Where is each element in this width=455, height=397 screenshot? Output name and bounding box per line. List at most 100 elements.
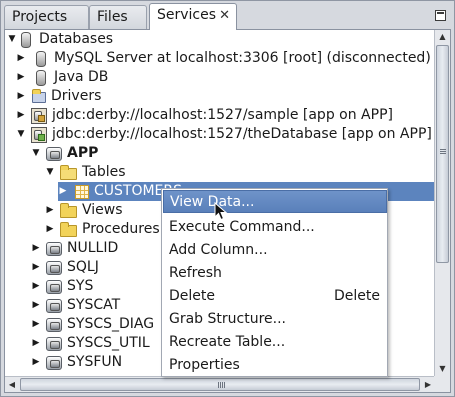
- close-icon[interactable]: ✕: [219, 8, 230, 23]
- connection-sample-label: jdbc:derby://localhost:1527/sample [app …: [52, 107, 393, 123]
- collapse-toggle-icon[interactable]: ▼: [16, 125, 26, 144]
- schema-label: SYSCS_DIAG: [67, 316, 155, 332]
- vertical-scrollbar[interactable]: ▲ ▼: [434, 30, 450, 376]
- table-icon: [75, 185, 89, 199]
- expand-toggle-icon[interactable]: ▶: [31, 315, 41, 334]
- collapse-toggle-icon[interactable]: ▼: [45, 163, 55, 182]
- tree-node-schema[interactable]: ▶ SYSCS_UTIL: [5, 334, 150, 353]
- expand-toggle-icon[interactable]: ▶: [31, 353, 41, 372]
- schema-label: NULLID: [67, 240, 119, 256]
- tab-files-label: Files: [97, 9, 128, 25]
- menu-item-refresh[interactable]: Refresh: [163, 262, 387, 285]
- views-label: Views: [82, 202, 123, 218]
- schema-icon: [46, 261, 62, 275]
- menu-item-view-data[interactable]: View Data...: [163, 190, 387, 213]
- tree-node-javadb[interactable]: ▶ Java DB: [5, 68, 108, 87]
- schema-icon: [46, 299, 62, 313]
- folder-open-icon: [60, 164, 77, 180]
- mysql-label: MySQL Server at localhost:3306 [root] (d…: [54, 50, 431, 66]
- tree-node-schema-app[interactable]: ▼ APP: [5, 144, 98, 163]
- schema-icon: [46, 147, 62, 161]
- schema-app-label: APP: [67, 145, 99, 161]
- menu-item-execute-command[interactable]: Execute Command...: [163, 216, 387, 239]
- vertical-scroll-thumb[interactable]: [436, 45, 449, 263]
- databases-label: Databases: [39, 31, 114, 47]
- schema-icon: [46, 242, 62, 256]
- menu-item-label: Delete: [169, 288, 215, 304]
- schema-label: SYSCAT: [67, 297, 121, 313]
- menu-item-label: Add Column...: [169, 242, 268, 258]
- tree-node-databases[interactable]: ▼ Databases: [5, 30, 113, 49]
- expand-toggle-icon[interactable]: ▶: [16, 106, 26, 125]
- tab-files[interactable]: Files: [89, 5, 147, 29]
- menu-item-label: View Data...: [170, 194, 255, 210]
- horizontal-scroll-thumb[interactable]: [20, 378, 420, 391]
- maximize-window-icon[interactable]: [435, 10, 446, 21]
- tab-projects-label: Projects: [12, 9, 68, 25]
- schema-label: SYSFUN: [67, 354, 123, 370]
- expand-toggle-icon[interactable]: ▶: [16, 49, 26, 68]
- schema-label: SYS: [67, 278, 94, 294]
- schema-icon: [46, 318, 62, 332]
- scroll-right-arrow-icon[interactable]: ▶: [421, 377, 435, 392]
- horizontal-scrollbar[interactable]: ◀ ▶: [5, 376, 435, 392]
- tab-services[interactable]: Services ✕: [149, 3, 237, 30]
- folder-icon: [60, 202, 77, 218]
- tree-node-schema[interactable]: ▶ SYS: [5, 277, 93, 296]
- expand-toggle-icon[interactable]: ▶: [31, 296, 41, 315]
- schema-label: SYSCS_UTIL: [67, 335, 150, 351]
- tree-node-schema[interactable]: ▶ SYSCAT: [5, 296, 120, 315]
- expand-toggle-icon[interactable]: ▶: [16, 87, 26, 106]
- menu-item-label: Grab Structure...: [169, 311, 286, 327]
- menu-item-add-column[interactable]: Add Column...: [163, 239, 387, 262]
- expand-toggle-icon[interactable]: ▶: [16, 68, 26, 87]
- javadb-label: Java DB: [54, 69, 109, 85]
- scroll-left-arrow-icon[interactable]: ◀: [5, 377, 19, 392]
- tree-node-schema[interactable]: ▶ NULLID: [5, 239, 118, 258]
- expand-toggle-icon[interactable]: ▶: [31, 334, 41, 353]
- drivers-label: Drivers: [51, 88, 102, 104]
- scroll-corner: [434, 376, 450, 392]
- collapse-toggle-icon[interactable]: ▼: [31, 144, 41, 163]
- tree-node-schema[interactable]: ▶ SQLJ: [5, 258, 99, 277]
- menu-item-label: Refresh: [169, 265, 222, 281]
- grip-icon: [218, 382, 225, 388]
- tree-node-schema[interactable]: ▶ SYSCS_DIAG: [5, 315, 154, 334]
- tree-node-schema[interactable]: ▶ SYSFUN: [5, 353, 122, 372]
- schema-label: SQLJ: [67, 259, 99, 275]
- tree-node-connection-thedatabase[interactable]: ▼ jdbc:derby://localhost:1527/theDatabas…: [5, 125, 432, 144]
- folder-icon: [32, 89, 46, 103]
- menu-item-label: Recreate Table...: [169, 334, 286, 350]
- tree-node-procedures[interactable]: ▶ Procedures: [5, 220, 160, 239]
- menu-item-grab-structure[interactable]: Grab Structure...: [163, 308, 387, 331]
- expand-toggle-icon[interactable]: ▶: [31, 258, 41, 277]
- tab-projects[interactable]: Projects: [4, 5, 89, 29]
- expand-toggle-icon[interactable]: ▶: [31, 277, 41, 296]
- expand-toggle-icon[interactable]: ▶: [31, 239, 41, 258]
- schema-icon: [46, 337, 62, 351]
- services-window: Projects Files Services ✕ ▼ Databases ▶ …: [0, 0, 455, 397]
- tree-node-connection-sample[interactable]: ▶ jdbc:derby://localhost:1527/sample [ap…: [5, 106, 393, 125]
- tree-node-drivers[interactable]: ▶ Drivers: [5, 87, 102, 106]
- collapse-toggle-icon[interactable]: ▼: [7, 30, 17, 49]
- table-context-menu: View Data... Execute Command... Add Colu…: [161, 188, 388, 377]
- procedures-label: Procedures: [82, 221, 160, 237]
- expand-toggle-icon[interactable]: ▶: [45, 220, 55, 239]
- tree-node-tables[interactable]: ▼ Tables: [5, 163, 126, 182]
- folder-icon: [60, 221, 77, 237]
- tree-node-views[interactable]: ▶ Views: [5, 201, 123, 220]
- database-icon: [36, 69, 46, 86]
- menu-item-properties[interactable]: Properties: [163, 354, 387, 377]
- menu-item-recreate-table[interactable]: Recreate Table...: [163, 331, 387, 354]
- scroll-up-arrow-icon[interactable]: ▲: [435, 30, 450, 44]
- database-icon: [21, 31, 31, 48]
- menu-item-label: Execute Command...: [169, 219, 315, 235]
- connection-thedatabase-label: jdbc:derby://localhost:1527/theDatabase …: [52, 126, 432, 142]
- menu-item-delete[interactable]: Delete Delete: [163, 285, 387, 308]
- tree-node-mysql[interactable]: ▶ MySQL Server at localhost:3306 [root] …: [5, 49, 431, 68]
- expand-toggle-icon[interactable]: ▶: [58, 182, 68, 201]
- schema-icon: [46, 356, 62, 370]
- database-icon: [36, 50, 46, 67]
- scroll-down-arrow-icon[interactable]: ▼: [435, 362, 450, 376]
- expand-toggle-icon[interactable]: ▶: [45, 201, 55, 220]
